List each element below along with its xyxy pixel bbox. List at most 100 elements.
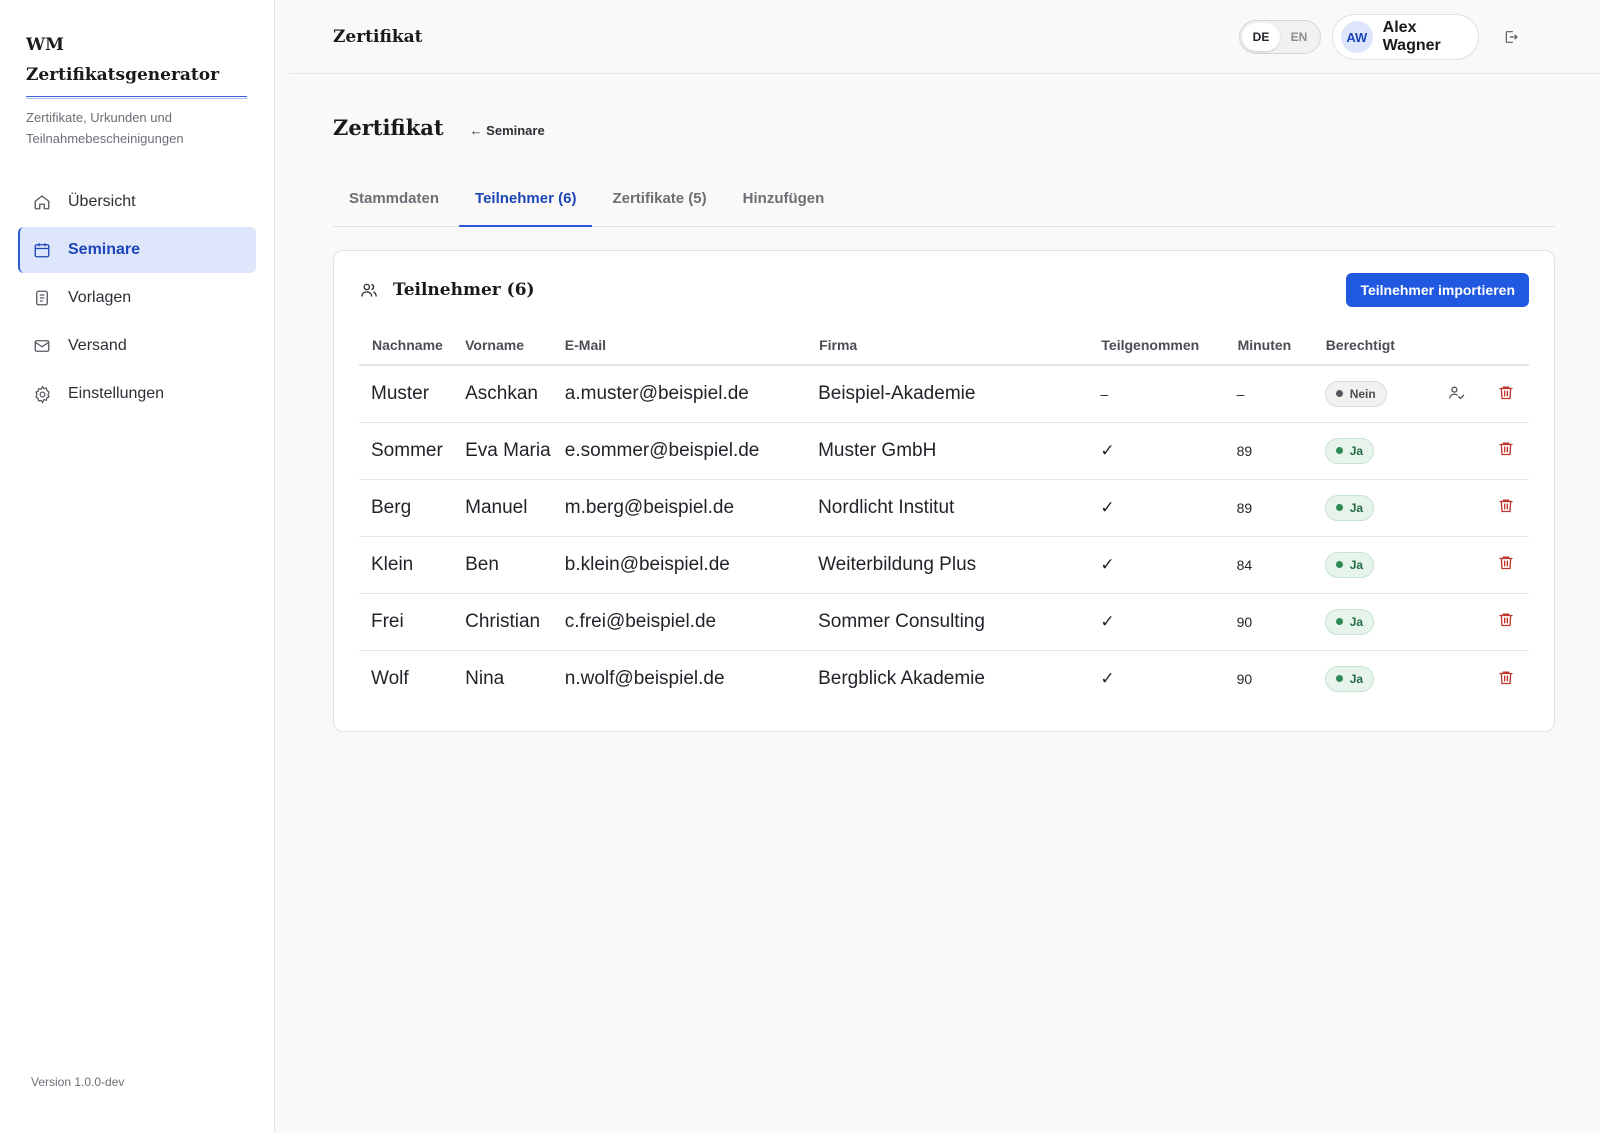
sidebar-item-label: Vorlagen [68,289,132,306]
sidebar-item-einstellungen[interactable]: Einstellungen [18,371,256,417]
table-row: Frei Christian c.frei@beispiel.de Sommer… [359,593,1529,651]
status-dot [1335,675,1343,683]
tab-zertifikate[interactable]: Zertifikate (5) [596,184,722,227]
cell-email: c.frei@beispiel.de [562,593,807,651]
cell-teilgenommen: ✓ [1088,479,1225,537]
cell-teilgenommen: ✓ [1088,593,1225,651]
status-badge: Ja [1324,437,1375,464]
sidebar-item-label: Einstellungen [68,385,165,402]
user-name: Alex Wagner [1382,19,1441,54]
col-berechtigt[interactable]: Berechtigt [1312,325,1431,366]
sidebar-item-versand[interactable]: Versand [18,323,256,369]
tab-teilnehmer[interactable]: Teilnehmer (6) [459,184,593,227]
trash-icon[interactable] [1495,666,1517,688]
trash-icon[interactable] [1495,381,1517,403]
status-badge: Ja [1324,551,1375,578]
status-badge-label: Ja [1349,557,1364,572]
user-menu[interactable]: AW Alex Wagner [1332,14,1479,60]
status-badge: Ja [1324,494,1375,521]
table-row: Berg Manuel m.berg@beispiel.de Nordlicht… [359,479,1529,537]
cell-actions [1430,479,1483,537]
sidebar-item-seminare[interactable]: Seminare [18,227,256,273]
cell-firma: Weiterbildung Plus [806,536,1089,594]
lang-de-button[interactable]: DE [1242,23,1280,51]
avatar: AW [1341,21,1373,53]
tab-bar: Stammdaten Teilnehmer (6) Zertifikate (5… [333,184,1555,227]
cell-delete [1482,365,1529,423]
col-minuten[interactable]: Minuten [1224,325,1313,366]
sidebar-item-label: Übersicht [68,193,136,210]
cell-berechtigt: Ja [1312,593,1431,651]
brand: WM Zertifikatsgenerator Zertifikate, Urk… [18,30,256,149]
brand-subtitle: Zertifikate, Urkunden und Teilnahmebesch… [26,110,184,146]
cell-vorname: Manuel [463,479,563,537]
cell-berechtigt: Ja [1312,422,1431,480]
cell-nachname: Klein [359,536,464,594]
home-icon [32,192,52,212]
status-badge-label: Ja [1349,443,1364,458]
trash-icon[interactable] [1495,609,1517,631]
cell-actions [1430,536,1483,594]
table-row: Sommer Eva Maria e.sommer@beispiel.de Mu… [359,422,1529,480]
page-content: Zertifikat ← Seminare Stammdaten Teilneh… [275,115,1600,732]
gear-icon [32,384,52,404]
col-email[interactable]: E-Mail [562,325,807,366]
sidebar-item-uebersicht[interactable]: Übersicht [18,179,256,225]
cell-actions [1430,593,1483,651]
trash-icon[interactable] [1495,438,1517,460]
status-badge-label: Ja [1349,500,1364,515]
cell-email: m.berg@beispiel.de [562,479,807,537]
participants-table: Nachname Vorname E-Mail Firma Teilgenomm… [359,325,1529,707]
cell-delete [1483,650,1529,707]
cell-teilgenommen: ✓ [1088,422,1225,480]
table-header-row: Nachname Vorname E-Mail Firma Teilgenomm… [359,325,1529,366]
mark-attended-icon[interactable] [1446,381,1468,403]
cell-delete [1482,593,1529,651]
cell-berechtigt: Ja [1313,650,1431,707]
cell-firma: Sommer Consulting [806,593,1089,651]
back-to-seminare-link[interactable]: ← Seminare [470,123,545,138]
cell-teilgenommen: – [1088,365,1225,423]
status-dot [1335,561,1343,568]
tab-stammdaten[interactable]: Stammdaten [333,184,455,227]
card-title: Teilnehmer (6) [393,280,535,300]
status-badge-label: Nein [1349,386,1376,401]
status-badge: Ja [1324,665,1375,692]
col-nachname[interactable]: Nachname [359,325,464,366]
status-badge-label: Ja [1349,671,1364,686]
import-participants-button[interactable]: Teilnehmer importieren [1346,273,1529,307]
logout-icon[interactable] [1501,27,1521,47]
document-icon [32,288,52,308]
trash-icon[interactable] [1495,552,1517,574]
tab-hinzufuegen[interactable]: Hinzufügen [727,184,841,227]
cell-firma: Bergblick Akademie [818,667,985,689]
cell-minuten: – [1224,365,1313,423]
cell-berechtigt: Nein [1312,365,1431,423]
sidebar-nav: Übersicht Seminare Vorlagen Versand Eins… [18,179,256,417]
col-vorname[interactable]: Vorname [463,325,563,366]
status-badge: Ja [1324,608,1375,635]
sidebar: WM Zertifikatsgenerator Zertifikate, Urk… [0,0,275,1133]
col-teilgenommen[interactable]: Teilgenommen [1088,325,1225,366]
cell-firma: Nordlicht Institut [806,479,1089,537]
cell-actions [1431,650,1483,707]
cell-email: n.wolf@beispiel.de [564,667,725,689]
cell-minuten: 84 [1224,536,1313,594]
col-firma[interactable]: Firma [806,325,1089,366]
cell-delete [1482,536,1529,594]
calendar-icon [32,240,52,260]
cell-delete [1482,422,1529,480]
page-header: Zertifikat ← Seminare [333,115,1555,140]
cell-vorname: Christian [463,593,563,651]
cell-actions [1430,365,1483,423]
lang-en-button[interactable]: EN [1280,23,1318,51]
users-icon [359,280,379,300]
sidebar-item-vorlagen[interactable]: Vorlagen [18,275,256,321]
main-area: Zertifikat DE EN AW Alex Wagner Zertifik… [275,0,1600,1133]
status-dot [1335,390,1343,398]
cell-vorname: Ben [463,536,563,594]
page-title: Zertifikat [333,115,444,140]
status-dot [1335,618,1343,625]
trash-icon[interactable] [1495,495,1517,517]
language-toggle: DE EN [1239,20,1321,54]
